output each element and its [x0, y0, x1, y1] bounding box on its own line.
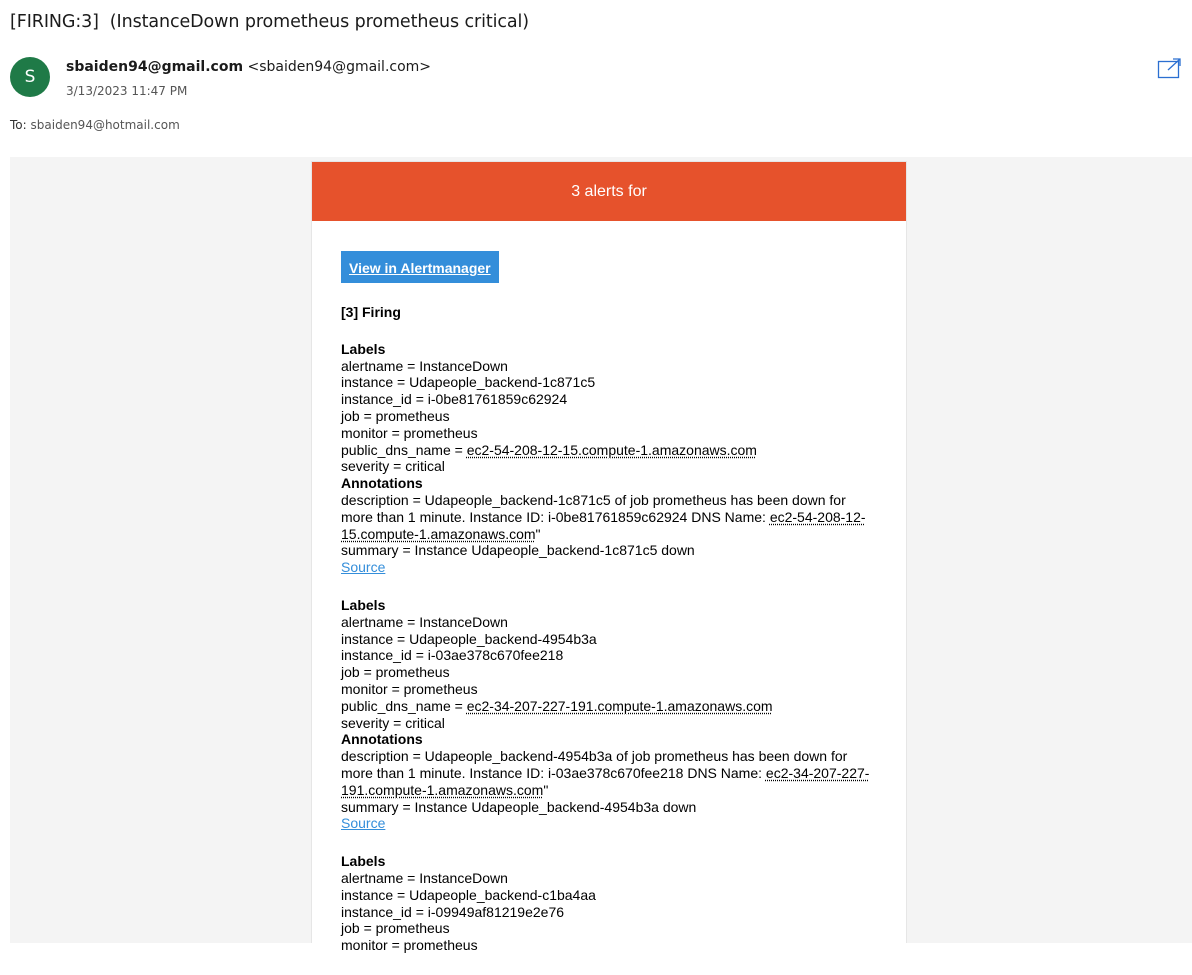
annotation-summary: summary = Instance Udapeople_backend-495…: [341, 798, 697, 815]
label-instance: instance = Udapeople_backend-1c871c5: [341, 374, 596, 391]
alert-email-card: 3 alerts for View in Alertmanager [3] Fi…: [311, 161, 907, 953]
alert-block: Labels alertname = InstanceDown instance…: [341, 597, 881, 832]
email-subject: [FIRING:3] (InstanceDown prometheus prom…: [10, 12, 530, 32]
alert-block: Labels alertname = InstanceDown instance…: [341, 853, 881, 954]
label-severity: severity = critical: [341, 714, 445, 731]
to-address[interactable]: sbaiden94@hotmail.com: [31, 118, 180, 132]
annotations-header: Annotations: [341, 731, 423, 748]
labels-header: Labels: [341, 340, 386, 357]
label-public-dns: public_dns_name = ec2-34-207-227-191.com…: [341, 698, 881, 715]
label-public-dns-key: public_dns_name =: [341, 697, 467, 714]
firing-header: [3] Firing: [341, 304, 401, 320]
open-in-new-window-icon[interactable]: [1157, 57, 1183, 79]
description-suffix: ": [543, 781, 549, 798]
to-label: To:: [10, 118, 27, 132]
annotations-header: Annotations: [341, 475, 423, 492]
label-instance-id: instance_id = i-09949af81219e2e76: [341, 903, 565, 920]
dns-link[interactable]: ec2-34-207-227-191.compute-1.amazonaws.c…: [467, 698, 773, 714]
sender-name[interactable]: sbaiden94@gmail.com: [66, 59, 243, 75]
recipient-line: To: sbaiden94@hotmail.com: [10, 118, 180, 132]
description-suffix: ": [535, 525, 541, 542]
sender-line: sbaiden94@gmail.com <sbaiden94@gmail.com…: [66, 59, 431, 75]
label-instance: instance = Udapeople_backend-c1ba4aa: [341, 886, 596, 903]
label-alertname: alertname = InstanceDown: [341, 357, 508, 374]
label-monitor: monitor = prometheus: [341, 424, 478, 441]
label-job: job = prometheus: [341, 920, 450, 937]
view-in-alertmanager-button[interactable]: View in Alertmanager: [341, 251, 499, 283]
sender-avatar[interactable]: S: [10, 57, 50, 97]
label-instance-id: instance_id = i-03ae378c670fee218: [341, 647, 564, 664]
source-link[interactable]: Source: [341, 559, 385, 575]
label-public-dns: public_dns_name = ec2-54-208-12-15.compu…: [341, 442, 881, 459]
alert-block: Labels alertname = InstanceDown instance…: [341, 341, 881, 576]
label-instance: instance = Udapeople_backend-4954b3a: [341, 630, 597, 647]
label-monitor: monitor = prometheus: [341, 680, 478, 697]
alert-content: View in Alertmanager [3] Firing Labels a…: [341, 251, 881, 975]
label-monitor: monitor = prometheus: [341, 937, 478, 954]
annotation-description: description = Udapeople_backend-1c871c5 …: [341, 492, 881, 542]
alerts-banner: 3 alerts for: [312, 162, 906, 221]
annotation-description: description = Udapeople_backend-4954b3a …: [341, 748, 881, 798]
label-job: job = prometheus: [341, 407, 450, 424]
annotation-summary: summary = Instance Udapeople_backend-1c8…: [341, 542, 695, 559]
label-alertname: alertname = InstanceDown: [341, 869, 508, 886]
label-severity: severity = critical: [341, 458, 445, 475]
dns-link[interactable]: ec2-54-208-12-15.compute-1.amazonaws.com: [467, 442, 757, 458]
label-alertname: alertname = InstanceDown: [341, 613, 508, 630]
labels-header: Labels: [341, 853, 386, 870]
email-date: 3/13/2023 11:47 PM: [66, 84, 188, 98]
label-job: job = prometheus: [341, 664, 450, 681]
sender-email: <sbaiden94@gmail.com>: [247, 59, 432, 75]
source-link[interactable]: Source: [341, 815, 385, 831]
labels-header: Labels: [341, 596, 386, 613]
label-public-dns-key: public_dns_name =: [341, 441, 467, 458]
label-instance-id: instance_id = i-0be81761859c62924: [341, 391, 568, 408]
